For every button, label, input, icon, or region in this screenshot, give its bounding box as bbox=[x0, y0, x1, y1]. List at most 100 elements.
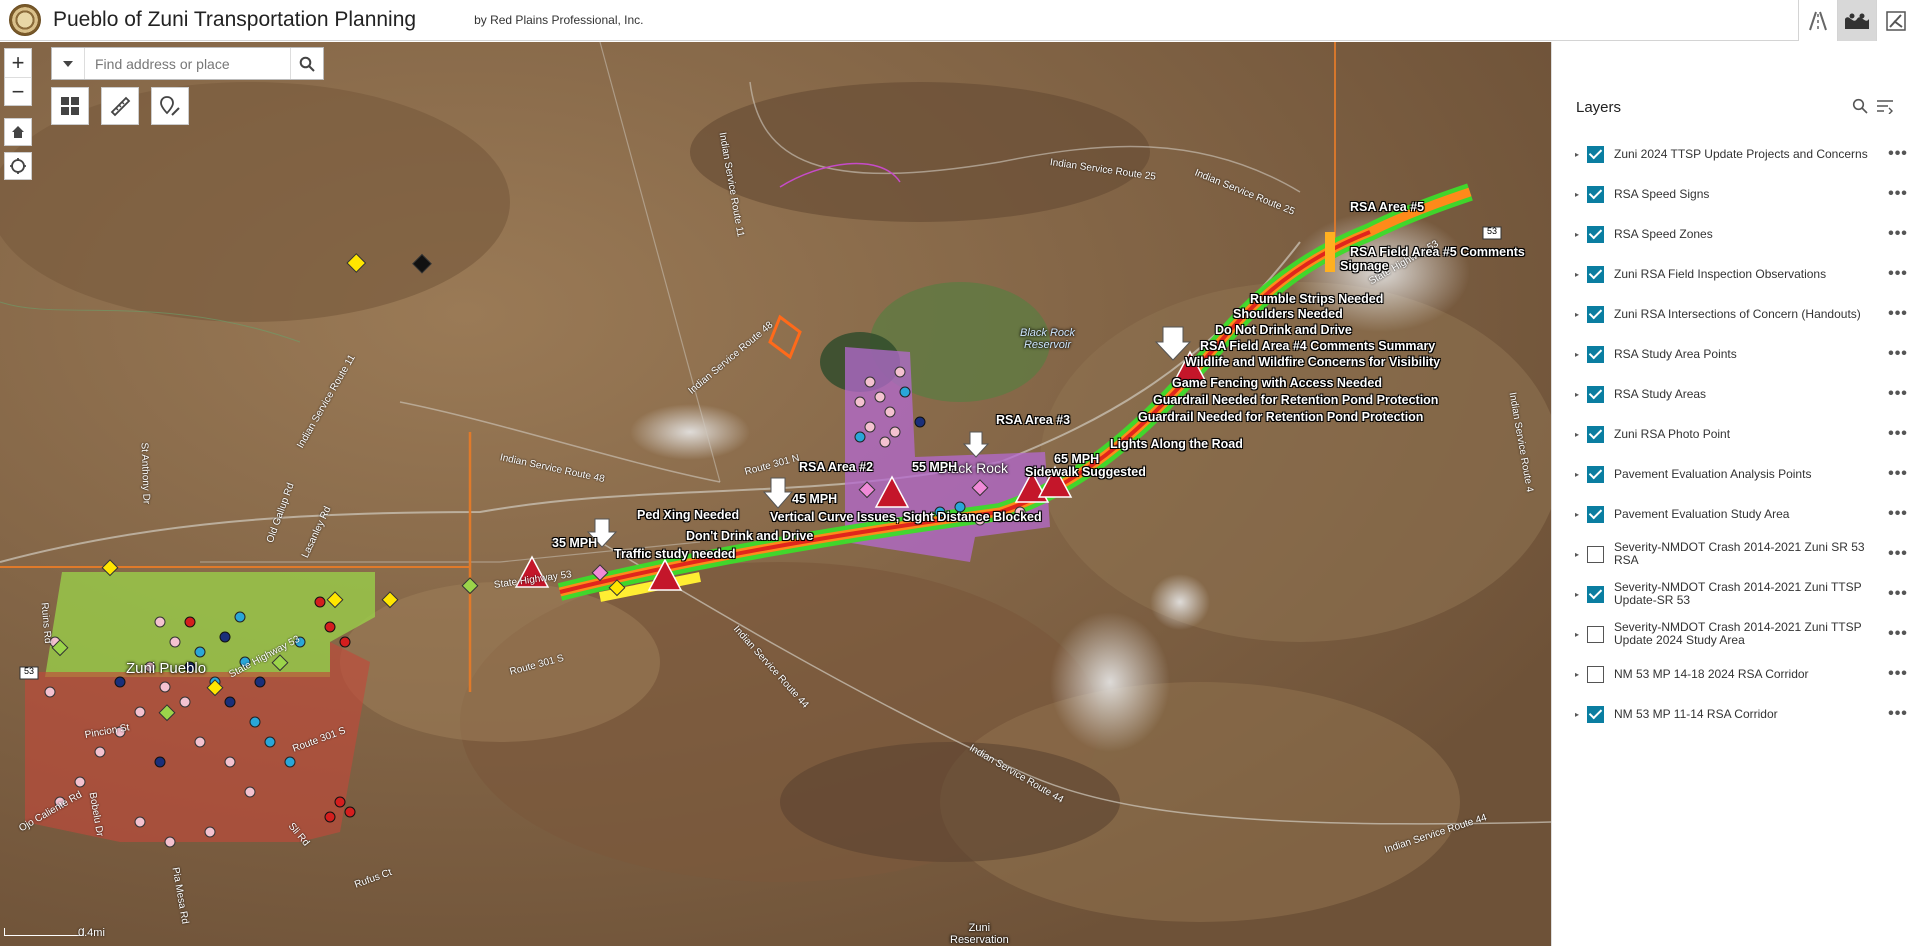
layer-item[interactable]: ▸ RSA Speed Signs ••• bbox=[1570, 174, 1910, 214]
annotation-rumble[interactable]: Rumble Strips Needed bbox=[1250, 292, 1383, 306]
layer-visibility-checkbox[interactable] bbox=[1587, 625, 1604, 643]
annotation-rsa2[interactable]: RSA Area #2 bbox=[799, 460, 873, 474]
expand-caret-icon[interactable]: ▸ bbox=[1570, 707, 1584, 721]
layer-item[interactable]: ▸ NM 53 MP 14-18 2024 RSA Corridor ••• bbox=[1570, 654, 1910, 694]
layer-visibility-checkbox[interactable] bbox=[1587, 225, 1604, 243]
layer-options-icon[interactable]: ••• bbox=[1886, 345, 1910, 363]
layer-visibility-checkbox[interactable] bbox=[1587, 465, 1604, 483]
logo-icon[interactable] bbox=[1876, 0, 1915, 41]
annotation-shoulders[interactable]: Shoulders Needed bbox=[1233, 307, 1343, 321]
expand-caret-icon[interactable]: ▸ bbox=[1570, 147, 1584, 161]
layer-item[interactable]: ▸ Zuni RSA Field Inspection Observations •… bbox=[1570, 254, 1910, 294]
road-icon[interactable] bbox=[1798, 0, 1837, 41]
draw-button[interactable] bbox=[151, 87, 189, 125]
zoom-out-button[interactable]: − bbox=[5, 77, 31, 105]
layer-options-icon[interactable]: ••• bbox=[1886, 665, 1910, 683]
expand-caret-icon[interactable]: ▸ bbox=[1570, 507, 1584, 521]
annotation-traffic-study[interactable]: Traffic study needed bbox=[614, 547, 736, 561]
layer-item[interactable]: ▸ Zuni 2024 TTSP Update Projects and Conc… bbox=[1570, 134, 1910, 174]
layer-item[interactable]: ▸ Zuni RSA Photo Point ••• bbox=[1570, 414, 1910, 454]
expand-caret-icon[interactable]: ▸ bbox=[1570, 347, 1584, 361]
layer-options-icon[interactable]: ••• bbox=[1886, 265, 1910, 283]
layer-visibility-checkbox[interactable] bbox=[1587, 145, 1604, 163]
layer-options-icon[interactable]: ••• bbox=[1886, 465, 1910, 483]
layer-visibility-checkbox[interactable] bbox=[1587, 185, 1604, 203]
annotation-game-fencing[interactable]: Game Fencing with Access Needed bbox=[1172, 376, 1382, 390]
layer-options-icon[interactable]: ••• bbox=[1886, 225, 1910, 243]
annotation-35mph[interactable]: 35 MPH bbox=[552, 536, 597, 550]
layer-options-icon[interactable]: ••• bbox=[1886, 305, 1910, 323]
layer-options-icon[interactable]: ••• bbox=[1886, 425, 1910, 443]
search-input[interactable] bbox=[85, 48, 290, 79]
layer-item[interactable]: ▸ Zuni RSA Intersections of Concern (Hand… bbox=[1570, 294, 1910, 334]
expand-caret-icon[interactable]: ▸ bbox=[1570, 307, 1584, 321]
search-icon[interactable] bbox=[1852, 98, 1868, 114]
layer-visibility-checkbox[interactable] bbox=[1587, 505, 1604, 523]
layer-item[interactable]: ▸ Severity-NMDOT Crash 2014-2021 Zuni TTS… bbox=[1570, 574, 1910, 614]
annotation-45mph[interactable]: 45 MPH bbox=[792, 492, 837, 506]
layer-options-icon[interactable]: ••• bbox=[1886, 705, 1910, 723]
layer-options-icon[interactable]: ••• bbox=[1886, 185, 1910, 203]
expand-caret-icon[interactable]: ▸ bbox=[1570, 587, 1584, 601]
annotation-rsa5-comments[interactable]: RSA Field Area #5 Comments bbox=[1350, 245, 1525, 259]
expand-caret-icon[interactable]: ▸ bbox=[1570, 267, 1584, 281]
annotation-55mph[interactable]: 55 MPH bbox=[912, 460, 957, 474]
annotation-do-not-drink[interactable]: Do Not Drink and Drive bbox=[1215, 323, 1352, 337]
annotation-wildlife[interactable]: Wildlife and Wildfire Concerns for Visib… bbox=[1185, 355, 1440, 369]
layer-visibility-checkbox[interactable] bbox=[1587, 265, 1604, 283]
expand-caret-icon[interactable]: ▸ bbox=[1570, 187, 1584, 201]
annotation-rsa4-summary[interactable]: RSA Field Area #4 Comments Summary bbox=[1200, 339, 1435, 353]
layer-item[interactable]: ▸ Severity-NMDOT Crash 2014-2021 Zuni SR … bbox=[1570, 534, 1910, 574]
annotation-65mph[interactable]: 65 MPH bbox=[1054, 452, 1099, 466]
expand-caret-icon[interactable]: ▸ bbox=[1570, 467, 1584, 481]
expand-caret-icon[interactable]: ▸ bbox=[1570, 427, 1584, 441]
expand-caret-icon[interactable]: ▸ bbox=[1570, 227, 1584, 241]
layer-item[interactable]: ▸ NM 53 MP 11-14 RSA Corridor ••• bbox=[1570, 694, 1910, 734]
layer-visibility-checkbox[interactable] bbox=[1587, 425, 1604, 443]
layer-item[interactable]: ▸ Pavement Evaluation Analysis Points ••• bbox=[1570, 454, 1910, 494]
annotation-guardrail-1[interactable]: Guardrail Needed for Retention Pond Prot… bbox=[1153, 393, 1438, 407]
annotation-vertical-curve[interactable]: Vertical Curve Issues, Sight Distance Bl… bbox=[770, 510, 1042, 524]
layer-options-icon[interactable]: ••• bbox=[1886, 385, 1910, 403]
home-button[interactable] bbox=[4, 118, 32, 146]
search-source-dropdown[interactable] bbox=[52, 48, 85, 79]
basemap-icon[interactable] bbox=[1837, 0, 1876, 41]
layer-item[interactable]: ▸ RSA Study Area Points ••• bbox=[1570, 334, 1910, 374]
expand-caret-icon[interactable]: ▸ bbox=[1570, 387, 1584, 401]
layer-visibility-checkbox[interactable] bbox=[1587, 345, 1604, 363]
layer-item[interactable]: ▸ Pavement Evaluation Study Area ••• bbox=[1570, 494, 1910, 534]
layer-options-icon[interactable]: ••• bbox=[1886, 625, 1910, 643]
annotation-sidewalk[interactable]: Sidewalk Suggested bbox=[1025, 465, 1146, 479]
layer-visibility-checkbox[interactable] bbox=[1587, 585, 1604, 603]
layer-list-button[interactable] bbox=[51, 87, 89, 125]
layer-item[interactable]: ▸ RSA Speed Zones ••• bbox=[1570, 214, 1910, 254]
layer-options-icon[interactable]: ••• bbox=[1886, 505, 1910, 523]
expand-caret-icon[interactable]: ▸ bbox=[1570, 627, 1584, 641]
layer-visibility-checkbox[interactable] bbox=[1587, 385, 1604, 403]
annotation-rsa3[interactable]: RSA Area #3 bbox=[996, 413, 1070, 427]
layer-visibility-checkbox[interactable] bbox=[1587, 545, 1604, 563]
layer-label: Severity-NMDOT Crash 2014-2021 Zuni SR 5… bbox=[1614, 540, 1865, 567]
layer-visibility-checkbox[interactable] bbox=[1587, 665, 1604, 683]
annotation-dont-drink[interactable]: Don't Drink and Drive bbox=[686, 529, 813, 543]
locate-button[interactable] bbox=[4, 152, 32, 180]
layer-visibility-checkbox[interactable] bbox=[1587, 305, 1604, 323]
search-button[interactable] bbox=[290, 48, 323, 79]
measure-button[interactable] bbox=[101, 87, 139, 125]
annotation-lights[interactable]: Lights Along the Road bbox=[1110, 437, 1243, 451]
layer-options-icon[interactable]: ••• bbox=[1886, 145, 1910, 163]
layer-options-icon[interactable]: ••• bbox=[1886, 545, 1910, 563]
expand-caret-icon[interactable]: ▸ bbox=[1570, 547, 1584, 561]
expand-caret-icon[interactable]: ▸ bbox=[1570, 667, 1584, 681]
map-view[interactable]: Zuni Pueblo Black Rock Black Rock Reserv… bbox=[0, 42, 1551, 946]
layer-item[interactable]: ▸ Severity-NMDOT Crash 2014-2021 Zuni TTS… bbox=[1570, 614, 1910, 654]
annotation-rsa5[interactable]: RSA Area #5 bbox=[1350, 200, 1424, 214]
zoom-in-button[interactable]: + bbox=[5, 49, 31, 77]
layer-item[interactable]: ▸ RSA Study Areas ••• bbox=[1570, 374, 1910, 414]
annotation-ped-xing[interactable]: Ped Xing Needed bbox=[637, 508, 739, 522]
annotation-guardrail-2[interactable]: Guardrail Needed for Retention Pond Prot… bbox=[1138, 410, 1423, 424]
annotation-signage[interactable]: Signage bbox=[1340, 259, 1389, 273]
layer-visibility-checkbox[interactable] bbox=[1587, 705, 1604, 723]
filter-list-icon[interactable] bbox=[1876, 98, 1894, 114]
layer-options-icon[interactable]: ••• bbox=[1886, 585, 1910, 603]
